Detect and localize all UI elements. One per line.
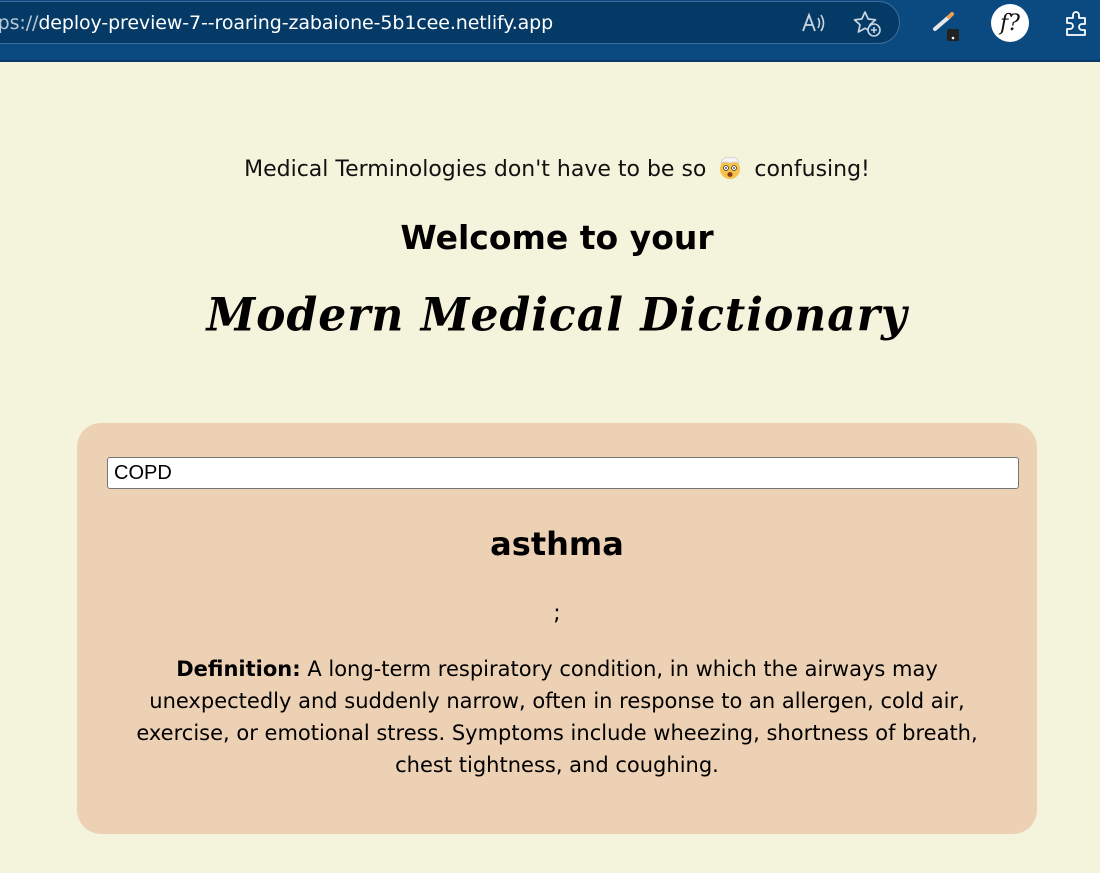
welcome-heading: Welcome to your	[400, 218, 714, 257]
read-aloud-icon[interactable]	[799, 10, 829, 36]
search-input[interactable]	[107, 457, 1019, 489]
url-host: deploy-preview-7--roaring-zabaione-5b1ce…	[38, 12, 554, 34]
dictionary-card: asthma ; Definition: A long-term respira…	[77, 423, 1037, 834]
browser-toolbar: https://deploy-preview-7--roaring-zabaio…	[0, 0, 1100, 62]
url-scheme: https://	[0, 12, 39, 34]
add-favorite-icon[interactable]	[851, 9, 883, 39]
tagline-text-start: Medical Terminologies don't have to be s…	[244, 157, 707, 182]
tagline-text-end: confusing!	[754, 157, 870, 182]
address-bar[interactable]: https://deploy-preview-7--roaring-zabaio…	[0, 1, 900, 44]
app-title: Modern Medical Dictionary	[206, 288, 908, 343]
font-identifier-label: f?	[1000, 10, 1020, 36]
result-term: asthma	[490, 525, 624, 563]
address-bar-url[interactable]: https://deploy-preview-7--roaring-zabaio…	[0, 12, 553, 34]
page-content: Medical Terminologies don't have to be s…	[0, 62, 1100, 873]
extensions-puzzle-icon[interactable]	[1060, 8, 1094, 38]
font-identifier-icon[interactable]: f?	[991, 4, 1029, 42]
mind-blown-emoji-icon	[717, 154, 743, 186]
tagline: Medical Terminologies don't have to be s…	[0, 154, 1100, 186]
result-phonetic: ;	[553, 601, 561, 626]
result-definition: Definition: A long-term respiratory cond…	[105, 653, 1009, 781]
definition-label: Definition:	[176, 657, 301, 681]
extension-pen-icon[interactable]	[930, 8, 966, 44]
